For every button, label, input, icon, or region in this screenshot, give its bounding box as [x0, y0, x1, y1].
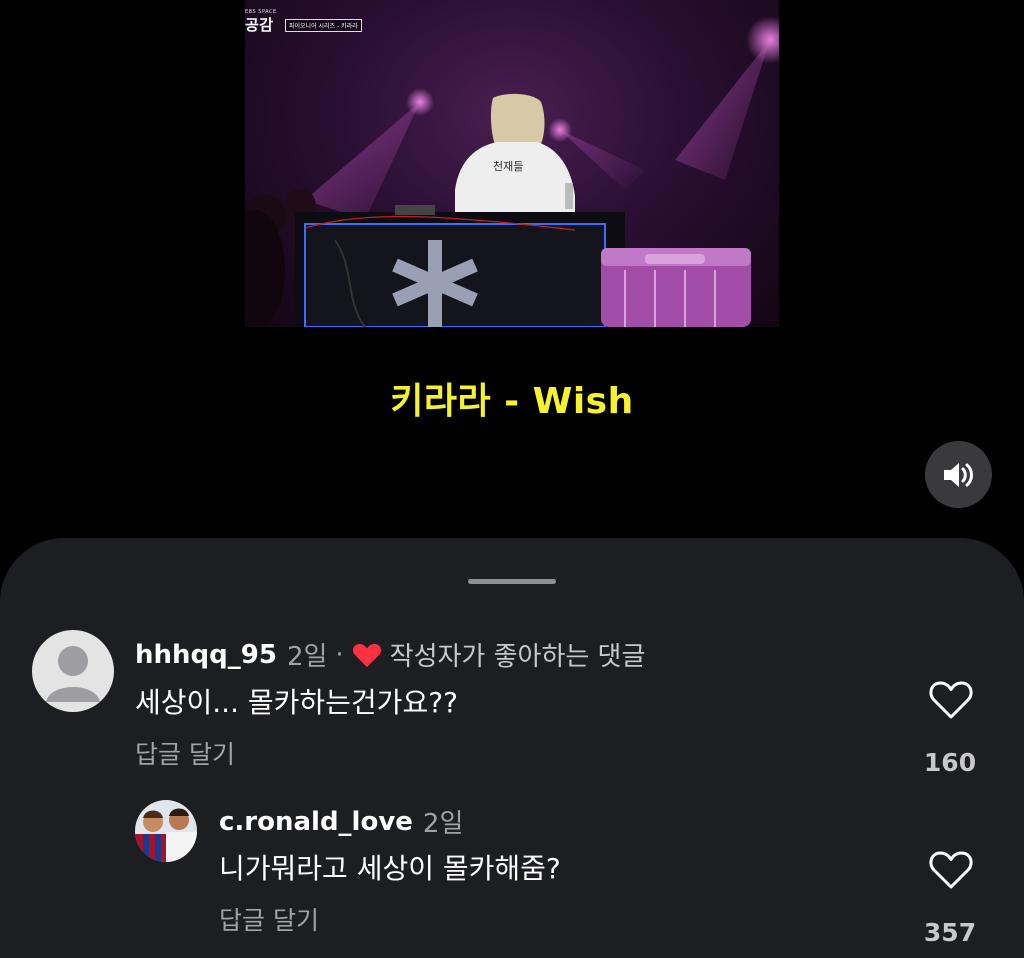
- comment-header: hhhqq_95 2일 · 작성자가 좋아하는 댓글: [135, 636, 645, 673]
- video-player[interactable]: 천재들 EBS SPACE 공감 파이오니어 시리즈 - 키라라: [245, 0, 779, 327]
- comment-header: c.ronald_love 2일: [219, 803, 463, 840]
- mute-button[interactable]: [925, 441, 992, 508]
- svg-text:천재들: 천재들: [493, 159, 523, 173]
- sheet-drag-handle[interactable]: [468, 579, 556, 584]
- avatar[interactable]: [32, 630, 114, 712]
- comment-time: 2일: [422, 809, 464, 839]
- episode-tag: 파이오니어 시리즈 - 키라라: [285, 19, 362, 32]
- comments-sheet: hhhqq_95 2일 · 작성자가 좋아하는 댓글 세상이... 몰카하는건가…: [0, 538, 1024, 958]
- like-count: 357: [923, 918, 977, 947]
- profile-photo: [135, 800, 197, 862]
- author-liked-heart-icon: [352, 643, 381, 667]
- like-heart-icon[interactable]: [929, 680, 973, 720]
- comment-username[interactable]: hhhqq_95: [135, 640, 277, 670]
- broadcast-logo: EBS SPACE 공감: [245, 8, 277, 33]
- author-liked-label: 작성자가 좋아하는 댓글: [389, 642, 646, 672]
- like-heart-icon[interactable]: [929, 850, 973, 890]
- reply-button[interactable]: 답글 달기: [219, 901, 319, 937]
- reply-button[interactable]: 답글 달기: [135, 735, 235, 771]
- reels-screen: 천재들 EBS SPACE 공감 파이오니어 시리즈 - 키라라 키라라 - W…: [0, 0, 1024, 958]
- avatar[interactable]: [135, 800, 197, 862]
- broadcast-logo-main: 공감: [245, 16, 274, 34]
- video-frame-art: 천재들: [245, 16, 779, 327]
- default-avatar-icon: [46, 646, 100, 702]
- comment-username[interactable]: c.ronald_love: [219, 807, 413, 837]
- separator-dot: ·: [335, 639, 344, 670]
- speaker-icon: [943, 462, 973, 487]
- comment-time: 2일: [286, 642, 328, 672]
- comment-text: 니가뭐라고 세상이 몰카해줌?: [219, 852, 561, 885]
- like-count: 160: [923, 748, 977, 777]
- video-caption: 키라라 - Wish: [390, 381, 634, 422]
- comment-text: 세상이... 몰카하는건가요??: [135, 686, 458, 719]
